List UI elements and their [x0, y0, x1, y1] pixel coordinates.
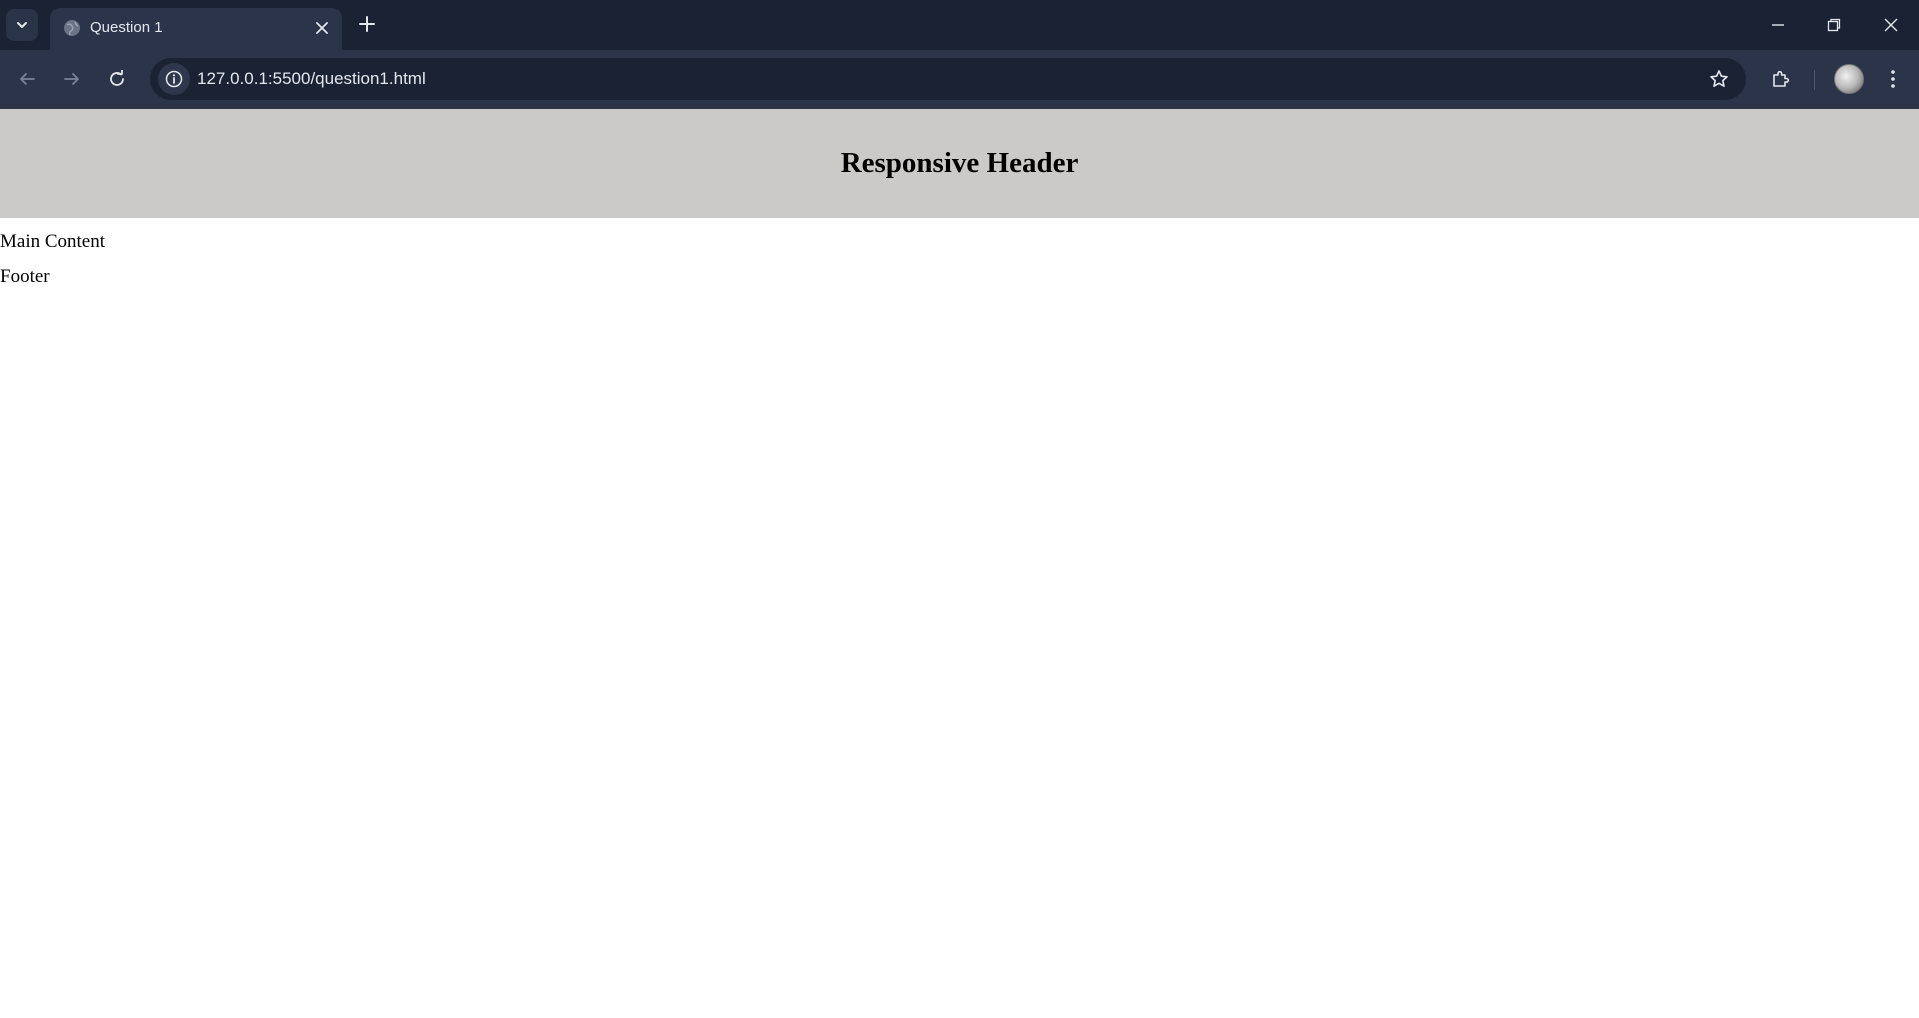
- page-title: Responsive Header: [840, 147, 1079, 179]
- kebab-menu-icon: [1891, 70, 1895, 88]
- restore-icon: [1827, 18, 1841, 32]
- close-window-button[interactable]: [1863, 0, 1919, 50]
- puzzle-icon: [1773, 70, 1790, 87]
- tab-active[interactable]: Question 1: [50, 8, 342, 50]
- browser-toolbar: 127.0.0.1:5500/question1.html: [0, 50, 1919, 109]
- arrow-right-icon: [64, 73, 79, 85]
- globe-icon: [62, 18, 82, 38]
- page-viewport: Responsive Header Main Content Footer: [0, 109, 1919, 1018]
- restore-button[interactable]: [1806, 0, 1862, 50]
- toolbar-divider: [1814, 70, 1815, 90]
- address-bar[interactable]: 127.0.0.1:5500/question1.html: [150, 58, 1746, 100]
- new-tab-button[interactable]: [353, 10, 381, 38]
- main-content-text: Main Content: [0, 231, 106, 252]
- star-icon: [1710, 70, 1728, 87]
- reload-button[interactable]: [100, 62, 134, 96]
- extensions-button[interactable]: [1764, 62, 1798, 96]
- page-header: Responsive Header: [0, 109, 1919, 218]
- url-text[interactable]: 127.0.0.1:5500/question1.html: [197, 69, 426, 89]
- tab-close-button[interactable]: [312, 18, 332, 38]
- chevron-down-icon: [17, 22, 27, 28]
- forward-button[interactable]: [55, 62, 89, 96]
- tab-search-button[interactable]: [6, 9, 38, 41]
- minimize-button[interactable]: [1750, 0, 1806, 50]
- bookmark-button[interactable]: [1706, 66, 1732, 92]
- info-icon: [165, 70, 183, 88]
- back-button[interactable]: [10, 62, 44, 96]
- tab-strip: Question 1: [0, 0, 1919, 50]
- footer-text: Footer: [0, 266, 50, 287]
- minimize-icon: [1772, 24, 1784, 26]
- reload-icon: [110, 70, 124, 86]
- arrow-left-icon: [20, 73, 35, 85]
- browser-menu-button[interactable]: [1876, 62, 1910, 96]
- profile-avatar[interactable]: [1834, 64, 1864, 94]
- site-info-button[interactable]: [158, 63, 190, 95]
- close-icon: [316, 22, 328, 34]
- tab-title: Question 1: [90, 19, 163, 36]
- plus-icon: [359, 16, 375, 32]
- close-icon: [1884, 18, 1898, 32]
